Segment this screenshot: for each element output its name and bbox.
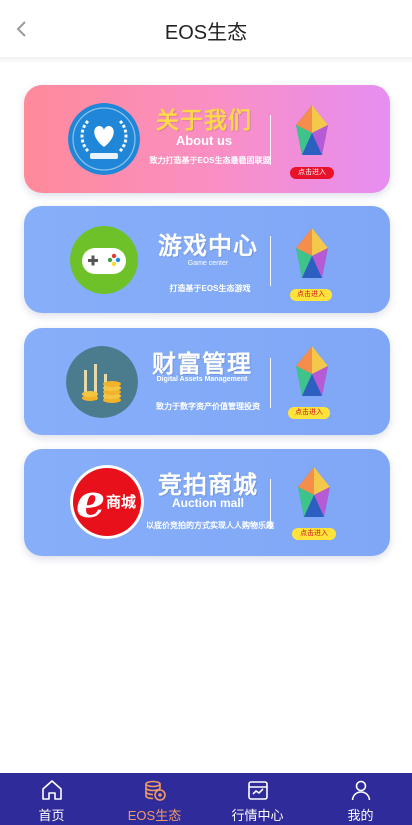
card-divider: [270, 479, 271, 529]
tab-label: 首页: [38, 808, 65, 823]
game-center-card[interactable]: 游戏中心 Game center 打造基于EOS生态游戏 点击进入: [24, 206, 390, 313]
top-nav-bar: EOS生态: [0, 0, 412, 58]
enter-button[interactable]: 点击进入: [290, 289, 332, 301]
bottom-tab-bar: 首页 EOS生态 行情中心 我的: [0, 773, 412, 825]
card-divider: [270, 236, 271, 286]
coins-chart-icon: [66, 346, 138, 418]
svg-text:e: e: [76, 474, 105, 528]
card-subtitle: Auction mall: [171, 496, 244, 510]
card-subtitle: About us: [175, 133, 233, 148]
card-divider: [270, 115, 271, 165]
card-title: 财富管理: [152, 351, 252, 378]
card-subtitle: Digital Assets Management: [156, 376, 248, 383]
user-icon: [351, 780, 370, 801]
tab-home[interactable]: 首页: [0, 773, 103, 825]
crystal-gem-icon: [296, 346, 328, 396]
crystal-gem-icon: [298, 467, 330, 517]
about-us-card[interactable]: 关于我们 About us 致力打造基于EOS生态最稳固联盟 点击进入: [24, 85, 390, 193]
chart-box-icon: [247, 781, 268, 800]
tab-eos-ecosystem[interactable]: EOS生态: [103, 773, 206, 825]
tab-label: 我的: [347, 808, 374, 823]
tab-label: EOS生态: [127, 808, 182, 823]
coin-stack-icon: [144, 780, 166, 801]
gamepad-icon: [70, 226, 138, 294]
card-description: 打造基于EOS生态游戏: [169, 284, 251, 293]
card-description: 致力于数字资产价值管理投资: [156, 402, 260, 411]
card-description: 致力打造基于EOS生态最稳固联盟: [149, 156, 271, 165]
enter-button[interactable]: 点击进入: [290, 167, 334, 179]
page-title: EOS生态: [164, 22, 248, 44]
crystal-gem-icon: [296, 105, 328, 155]
tab-market-center[interactable]: 行情中心: [206, 773, 309, 825]
card-divider: [270, 358, 271, 408]
card-description: 以底价竞拍的方式实现人人购物乐趣: [146, 521, 274, 530]
heart-laurel-icon: [68, 103, 140, 175]
enter-button[interactable]: 点击进入: [292, 528, 336, 540]
home-icon: [41, 780, 62, 800]
card-title: 游戏中心: [158, 233, 258, 260]
tab-profile[interactable]: 我的: [309, 773, 412, 825]
card-subtitle: Game center: [187, 260, 229, 267]
tab-label: 行情中心: [231, 808, 284, 823]
enter-button[interactable]: 点击进入: [288, 407, 330, 419]
wealth-management-card[interactable]: 财富管理 Digital Assets Management 致力于数字资产价值…: [24, 328, 390, 435]
card-title: 竞拍商城: [158, 472, 258, 499]
header-shadow: [0, 58, 412, 64]
auction-mall-card[interactable]: e 商城 竞拍商城 Auction mall 以底价竞拍的方式实现人人购物乐趣 …: [24, 449, 390, 556]
card-title: 关于我们: [156, 107, 252, 133]
crystal-gem-icon: [296, 228, 328, 278]
e-mall-logo-text: 商城: [106, 494, 137, 511]
